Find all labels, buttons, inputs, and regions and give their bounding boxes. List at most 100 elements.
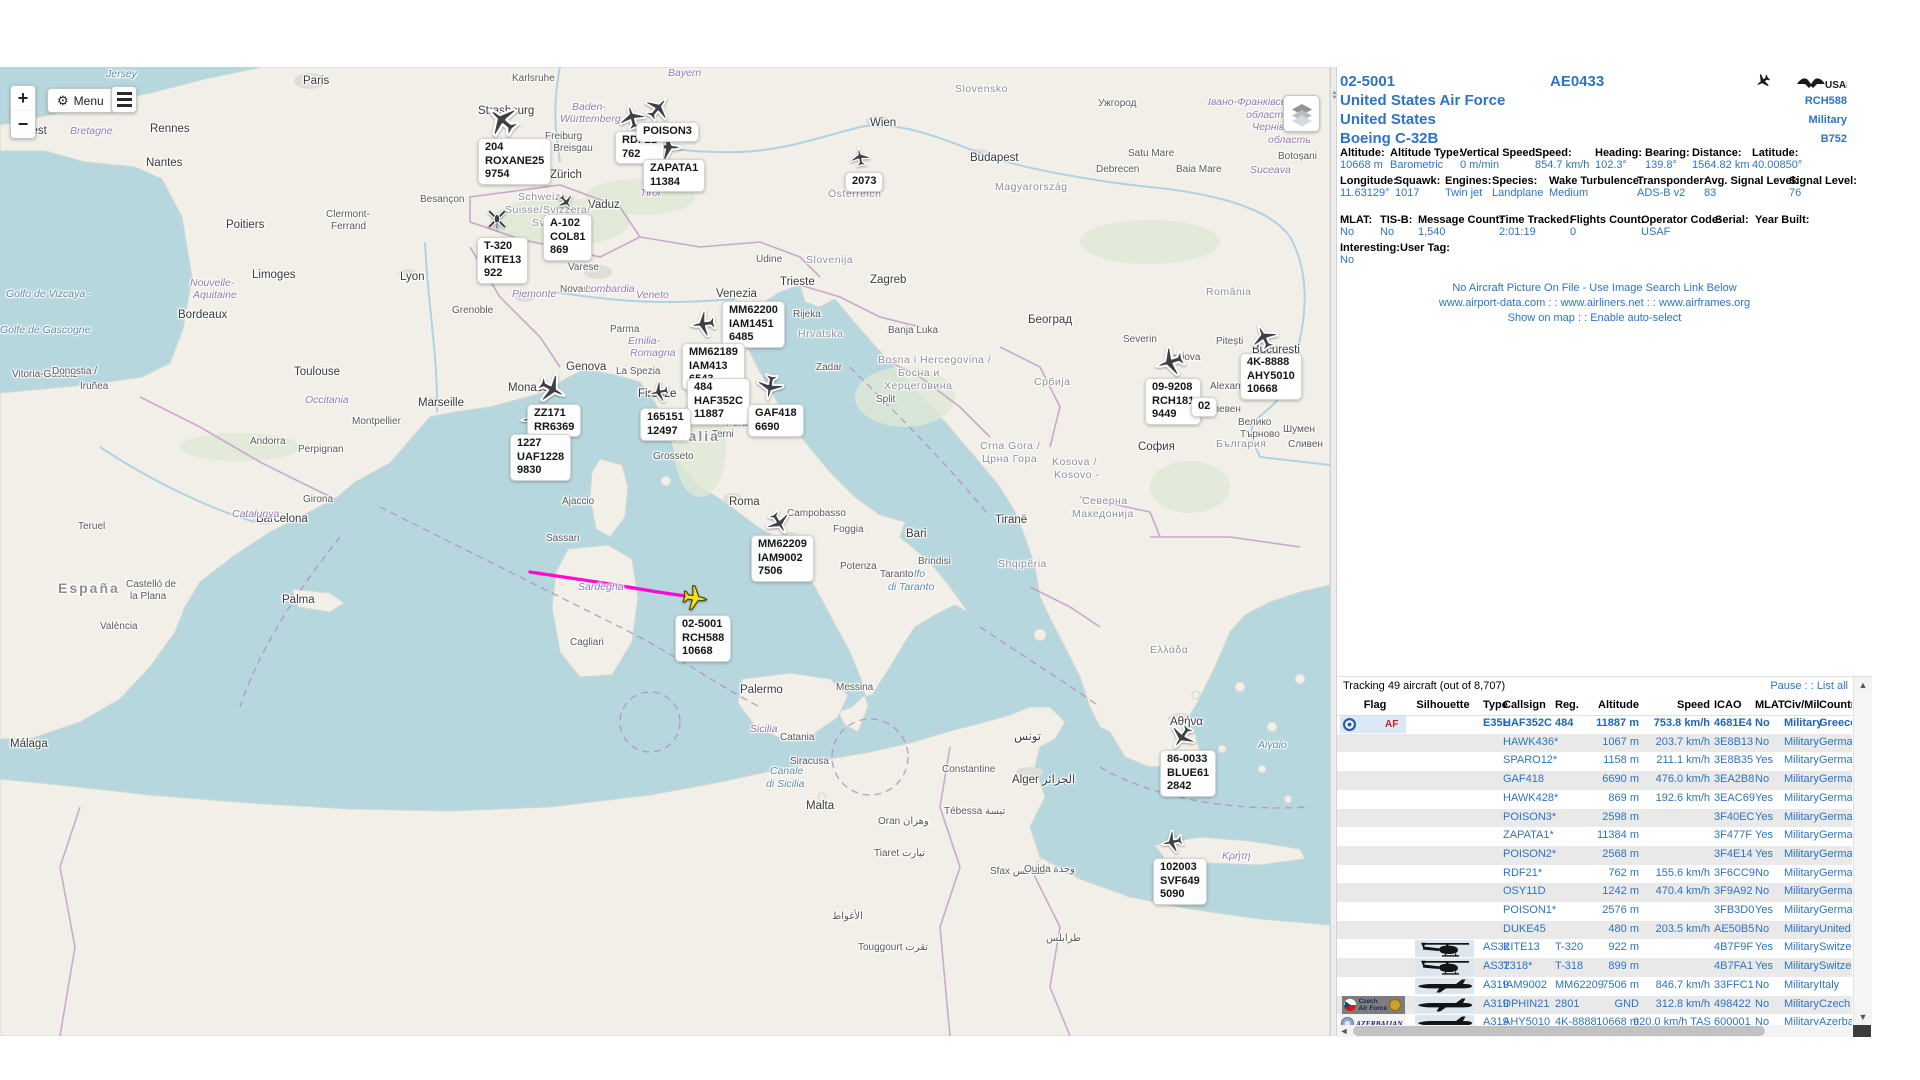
hscroll-thumb[interactable] — [1353, 1026, 1765, 1036]
aircraft-icon[interactable] — [535, 372, 569, 406]
field-label: Engines: — [1445, 175, 1491, 187]
cell-mlat: Yes — [1755, 829, 1781, 841]
cell-ctry: Germany — [1819, 773, 1852, 785]
column-header-mlat[interactable]: MLAT — [1755, 699, 1781, 711]
aircraft-map-label[interactable]: T-320KITE13922 — [477, 237, 528, 284]
aircraft-icon[interactable] — [556, 192, 576, 212]
aircraft-map-label[interactable]: GAF4186690 — [748, 404, 804, 437]
flag-cell[interactable]: AF — [1339, 716, 1407, 733]
aircraft-map-label[interactable]: 02 — [1191, 397, 1217, 417]
aircraft-map-label[interactable]: MM62209IAM90027506 — [751, 535, 814, 582]
aircraft-icon[interactable] — [1153, 345, 1187, 379]
aircraft-map-label[interactable]: 16515112497 — [640, 408, 691, 441]
table-row[interactable]: AFE35LHAF352C48411887 m753.8 km/h4681E4N… — [1337, 715, 1852, 734]
column-header-altitude[interactable]: Altitude — [1577, 699, 1639, 711]
heli-silhouette-icon[interactable] — [1415, 959, 1474, 976]
column-header-callsign[interactable]: Callsign — [1503, 699, 1553, 711]
cell-cm: Military — [1784, 736, 1818, 748]
column-header-flag[interactable]: Flag — [1345, 699, 1405, 711]
aircraft-map-label[interactable]: 2073 — [845, 172, 883, 192]
table-row[interactable]: HAWK436*1067 m203.7 km/h3E8B13NoMilitary… — [1337, 734, 1852, 753]
cell-cm: Military — [1784, 904, 1818, 916]
aircraft-map-label[interactable]: 4K-8888AHY501010668 — [1240, 353, 1302, 400]
aircraft-icon[interactable] — [765, 509, 793, 537]
aircraft-map-label[interactable]: MM62200IAM14516485 — [722, 301, 785, 348]
cell-icao: 498422 — [1714, 998, 1754, 1010]
scroll-left-button[interactable]: ◄ — [1337, 1025, 1351, 1037]
list-horizontal-scrollbar[interactable]: ◄ — [1337, 1025, 1852, 1037]
table-row[interactable]: POISON1*2576 m3FB3D0YesMilitaryGermany — [1337, 902, 1852, 921]
table-row[interactable]: OSY11D1242 m470.4 km/h3F9A92NoMilitaryGe… — [1337, 883, 1852, 902]
image-search-link[interactable]: www.airliners.net — [1561, 297, 1644, 309]
layers-button[interactable] — [1283, 95, 1320, 132]
heli-silhouette-icon[interactable] — [1415, 940, 1474, 957]
column-header-silhouette[interactable]: Silhouette — [1407, 699, 1479, 711]
aircraft-map-label[interactable]: POISON3 — [636, 122, 699, 142]
map-action-link[interactable]: Show on map — [1508, 312, 1575, 324]
aircraft-icon[interactable] — [647, 380, 671, 404]
aircraft-icon[interactable] — [849, 146, 871, 168]
usaf-logo-icon: USAF — [1795, 75, 1847, 93]
pause-link[interactable]: Pause — [1770, 680, 1801, 692]
scroll-down-button[interactable]: ▼ — [1854, 1009, 1872, 1025]
table-row[interactable]: AS32KITE13T-320922 m4B7F9FYesMilitarySwi… — [1337, 939, 1852, 958]
table-row[interactable]: AZERBAIJANA319AHY50104K-888810668 m920.0… — [1337, 1014, 1852, 1025]
table-row[interactable]: SPARO12*1158 m211.1 km/h3E8B35YesMilitar… — [1337, 752, 1852, 771]
zoom-in-button[interactable]: + — [10, 85, 36, 112]
cell-alt: 869 m — [1577, 792, 1639, 804]
aircraft-icon[interactable] — [483, 101, 521, 139]
table-row[interactable]: CzechAir Force A319DPHIN212801GND312.8 k… — [1337, 996, 1852, 1015]
column-header-icao[interactable]: ICAO — [1714, 699, 1754, 711]
cell-mlat: No — [1755, 1016, 1781, 1025]
map-action-link[interactable]: Enable auto-select — [1590, 312, 1681, 324]
aircraft-map-label[interactable]: 86-0033BLUE612842 — [1160, 750, 1216, 797]
table-row[interactable]: POISON2*2568 m3F4E14YesMilitaryGermany — [1337, 846, 1852, 865]
aircraft-map-label[interactable]: ZAPATA111384 — [643, 159, 705, 192]
flag-cell[interactable]: AZERBAIJAN — [1339, 1015, 1407, 1025]
aircraft-map-label[interactable]: 204ROXANE259754 — [478, 138, 551, 185]
field-value: Landplane — [1492, 187, 1543, 199]
scroll-up-button[interactable]: ▲ — [1854, 677, 1872, 693]
table-row[interactable]: AS32T318*T-318899 m4B7FA1YesMilitarySwit… — [1337, 958, 1852, 977]
column-header-speed[interactable]: Speed — [1633, 699, 1710, 711]
aircraft-icon[interactable] — [1159, 829, 1185, 855]
table-row[interactable]: ZAPATA1*11384 m3F477FYesMilitaryGermany — [1337, 827, 1852, 846]
scrollbar-corner[interactable] — [1853, 1025, 1871, 1037]
aircraft-map-label[interactable]: 1227UAF12289830 — [510, 434, 571, 481]
table-row[interactable]: A319IAM9002MM622097506 m846.7 km/h33FFC1… — [1337, 977, 1852, 996]
list-toggle-button[interactable] — [111, 86, 137, 113]
aircraft-map-label[interactable]: 02-5001RCH58810668 — [675, 615, 731, 662]
selected-aircraft-icon[interactable] — [681, 584, 709, 612]
jet-silhouette-icon[interactable] — [1415, 997, 1474, 1014]
image-search-link[interactable]: www.airport-data.com — [1439, 297, 1545, 309]
jet-silhouette-icon[interactable] — [1415, 1015, 1474, 1025]
aircraft-icon[interactable] — [688, 309, 718, 339]
aircraft-map-label[interactable]: ZZ171RR6369 — [527, 404, 581, 437]
menu-button[interactable]: ⚙ Menu — [47, 88, 114, 113]
panel-splitter[interactable]: ▲▼ — [1330, 67, 1337, 1036]
aircraft-map-label[interactable]: A-102COL81869 — [543, 214, 592, 261]
list-all-link[interactable]: List all — [1817, 680, 1848, 692]
list-vertical-scrollbar[interactable]: ▲ ▼ — [1853, 677, 1872, 1025]
map-canvas[interactable]: JerseyGolfo de Vizcaya -Golfe de Gascogn… — [0, 67, 1330, 1036]
cell-mlat: No — [1755, 979, 1781, 991]
column-header-country[interactable]: Country — [1819, 699, 1852, 711]
aircraft-icon[interactable] — [755, 372, 785, 402]
field-label: Squawk: — [1395, 175, 1440, 187]
flag-cell[interactable]: CzechAir Force — [1339, 997, 1407, 1014]
image-search-link[interactable]: www.airframes.org — [1659, 297, 1750, 309]
helicopter-icon[interactable] — [485, 207, 509, 231]
aircraft-icon[interactable] — [643, 93, 673, 123]
table-row[interactable]: DUKE45480 m203.5 km/hAE50B5NoMilitaryUni… — [1337, 921, 1852, 940]
aircraft-map-label[interactable]: 102003SVF6495090 — [1153, 858, 1207, 905]
jet-silhouette-icon[interactable] — [1415, 978, 1474, 995]
zoom-out-button[interactable]: − — [10, 111, 36, 139]
table-row[interactable]: POISON3*2598 m3F40ECYesMilitaryGermany — [1337, 809, 1852, 828]
column-header-civmil[interactable]: Civ/Mil — [1784, 699, 1818, 711]
aircraft-icon[interactable] — [1167, 722, 1197, 752]
table-row[interactable]: GAF4186690 m476.0 km/h3EA2B8NoMilitaryGe… — [1337, 771, 1852, 790]
aircraft-icon[interactable] — [1249, 322, 1279, 352]
table-row[interactable]: HAWK428*869 m192.6 km/h3EAC69YesMilitary… — [1337, 790, 1852, 809]
aircraft-map-label[interactable]: 484HAF352C11887 — [687, 378, 750, 425]
table-row[interactable]: RDF21*762 m155.6 km/h3F6CC9NoMilitaryGer… — [1337, 865, 1852, 884]
